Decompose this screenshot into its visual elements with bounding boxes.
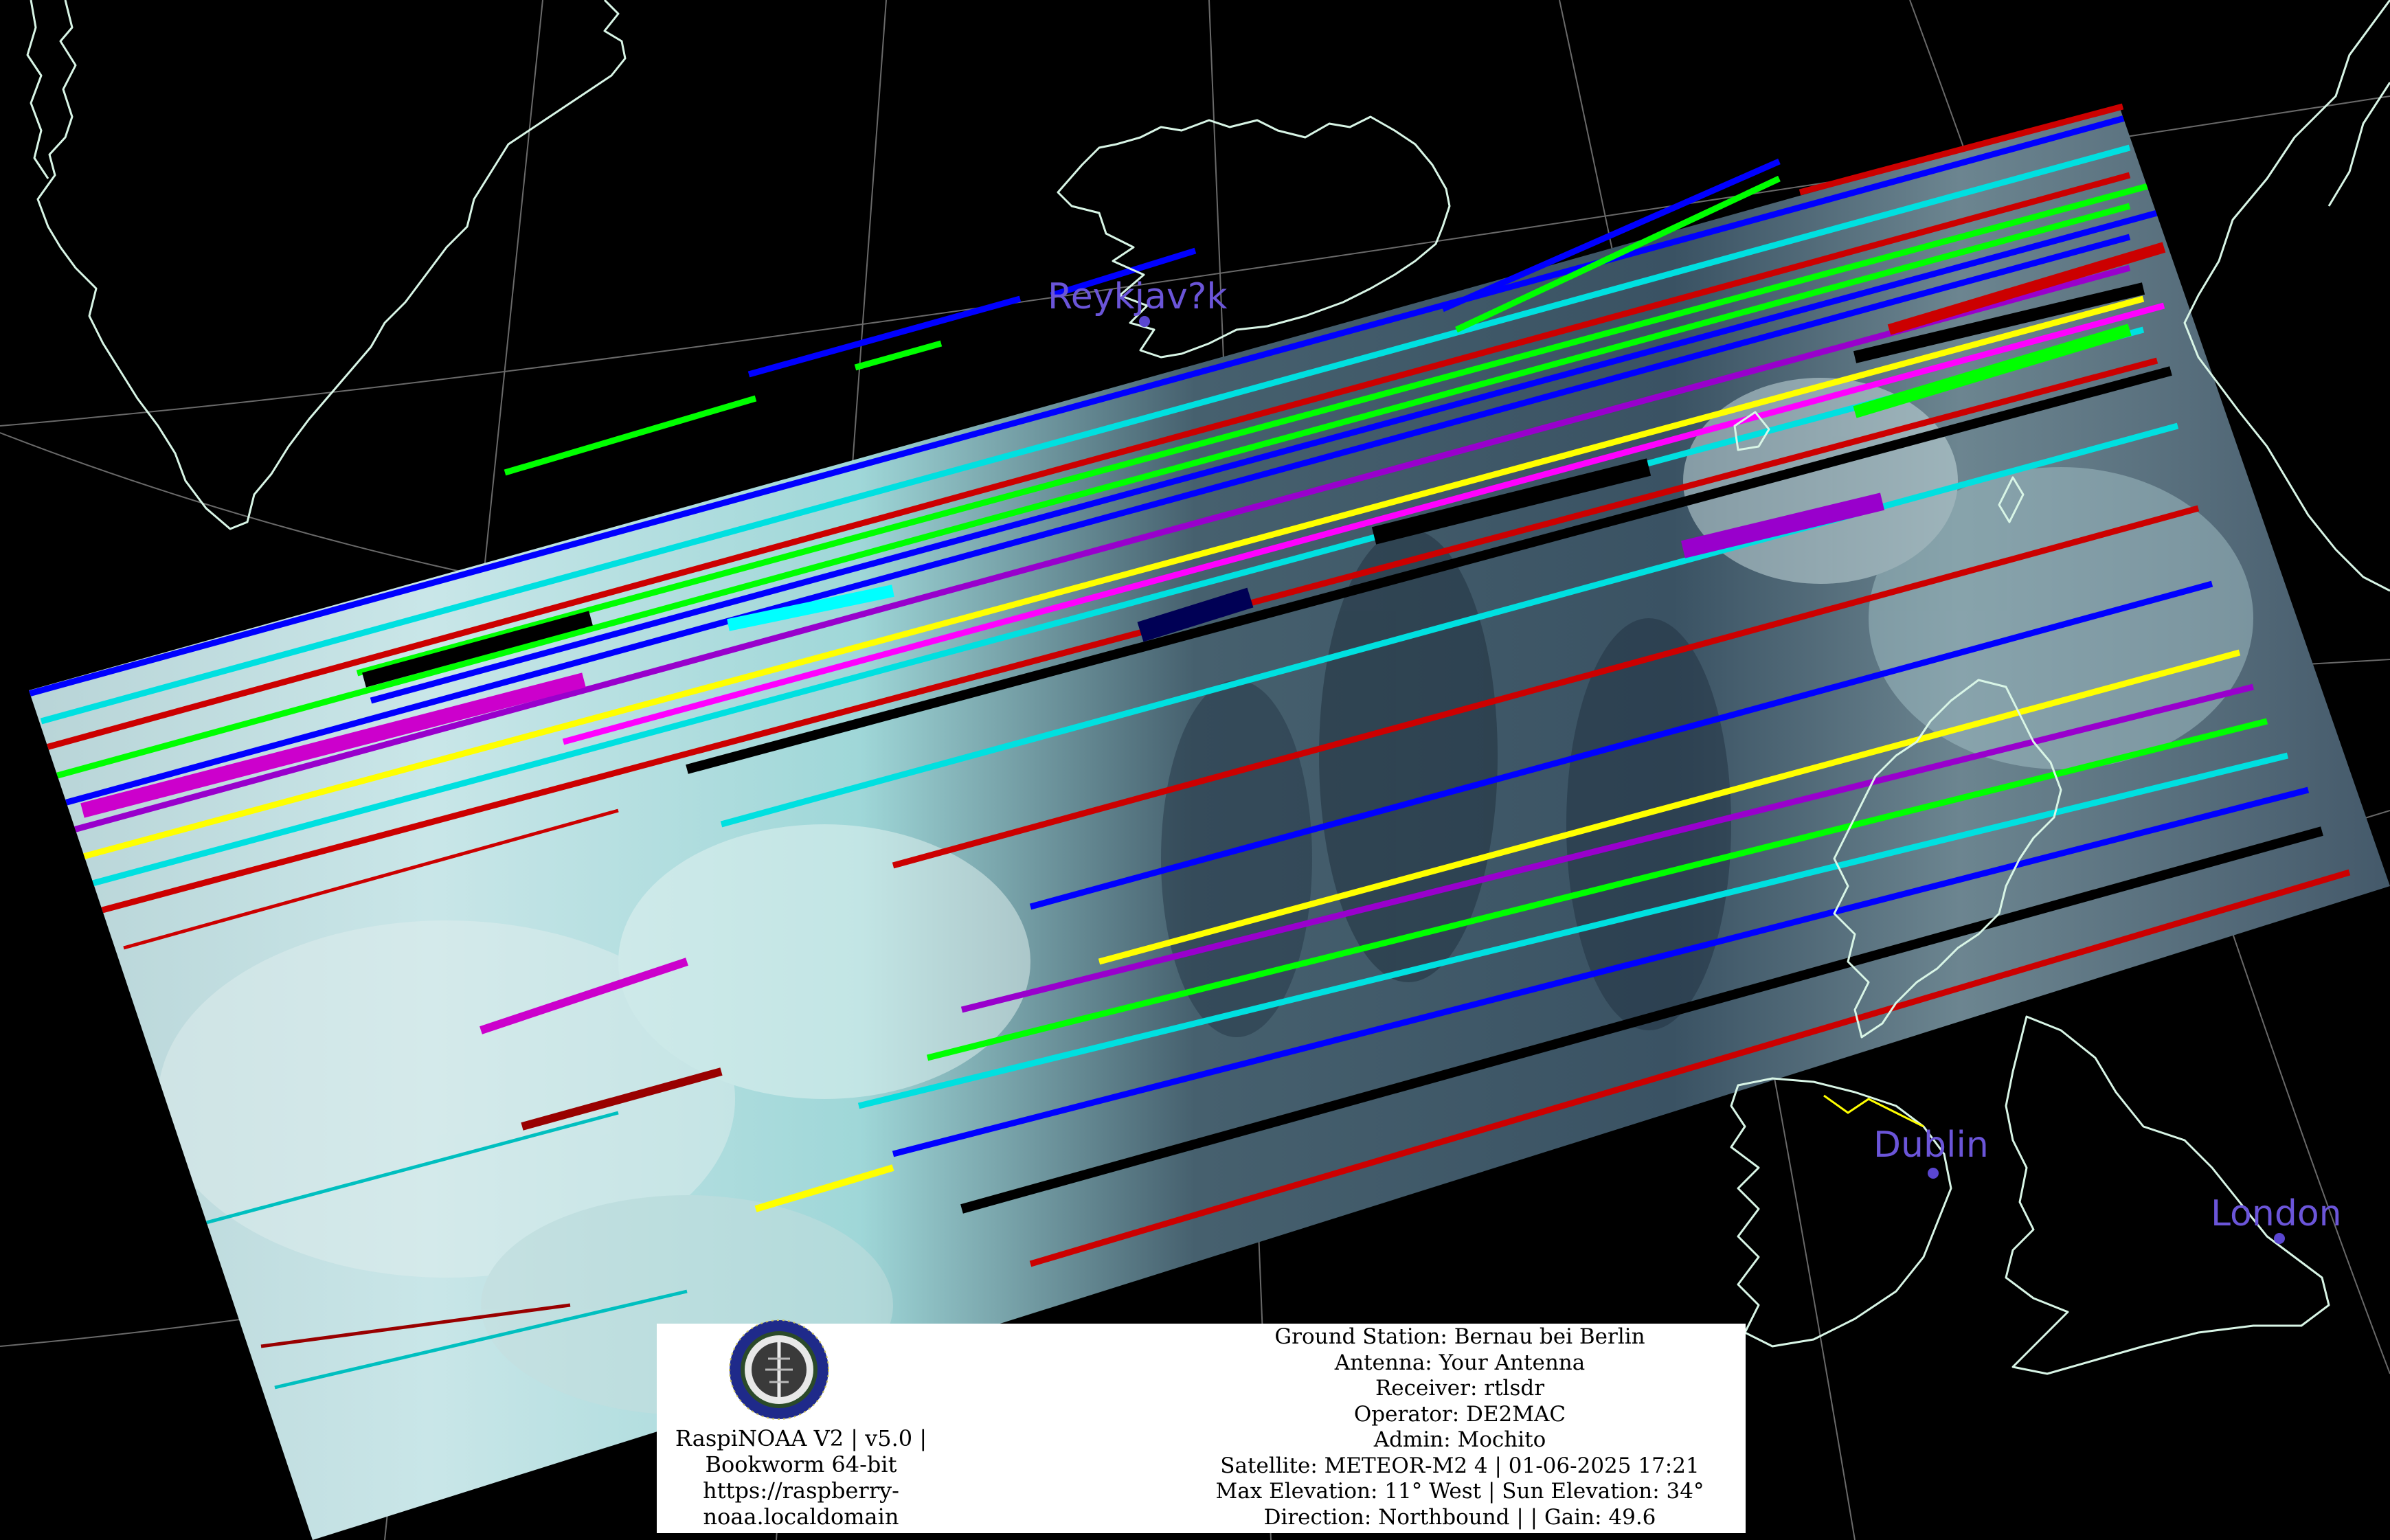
city-label-reykjavik: Reykjav?k <box>1048 276 1228 317</box>
station-info: Ground Station: Bernau bei Berlin Antenn… <box>1168 1324 1752 1530</box>
direction-gain: Direction: Northbound | | Gain: 49.6 <box>1263 1504 1656 1530</box>
city-label-london: London <box>2211 1193 2342 1234</box>
software-line-3: https://raspberry- <box>703 1477 899 1504</box>
city-marker-dublin <box>1928 1168 1939 1179</box>
software-info: RaspiNOAA V2 | v5.0 | Bookworm 64-bit ht… <box>657 1425 945 1530</box>
city-marker-reykjavik <box>1139 316 1150 327</box>
software-line-4: noaa.localdomain <box>703 1504 899 1530</box>
city-marker-london <box>2274 1233 2285 1244</box>
satellite-map <box>0 0 2390 1540</box>
receiver: Receiver: rtlsdr <box>1375 1376 1545 1401</box>
operator: Operator: DE2MAC <box>1353 1401 1566 1427</box>
ground-station: Ground Station: Bernau bei Berlin <box>1274 1324 1645 1349</box>
antenna: Antenna: Your Antenna <box>1334 1350 1586 1375</box>
software-line-1: RaspiNOAA V2 | v5.0 | <box>675 1425 927 1451</box>
station-logo <box>727 1317 831 1422</box>
city-label-dublin: Dublin <box>1873 1124 1989 1166</box>
software-line-2: Bookworm 64-bit <box>705 1451 897 1477</box>
satellite-pass: Satellite: METEOR-M2 4 | 01-06-2025 17:2… <box>1220 1453 1700 1478</box>
admin: Admin: Mochito <box>1373 1427 1546 1452</box>
elevation-info: Max Elevation: 11° West | Sun Elevation:… <box>1215 1479 1704 1504</box>
